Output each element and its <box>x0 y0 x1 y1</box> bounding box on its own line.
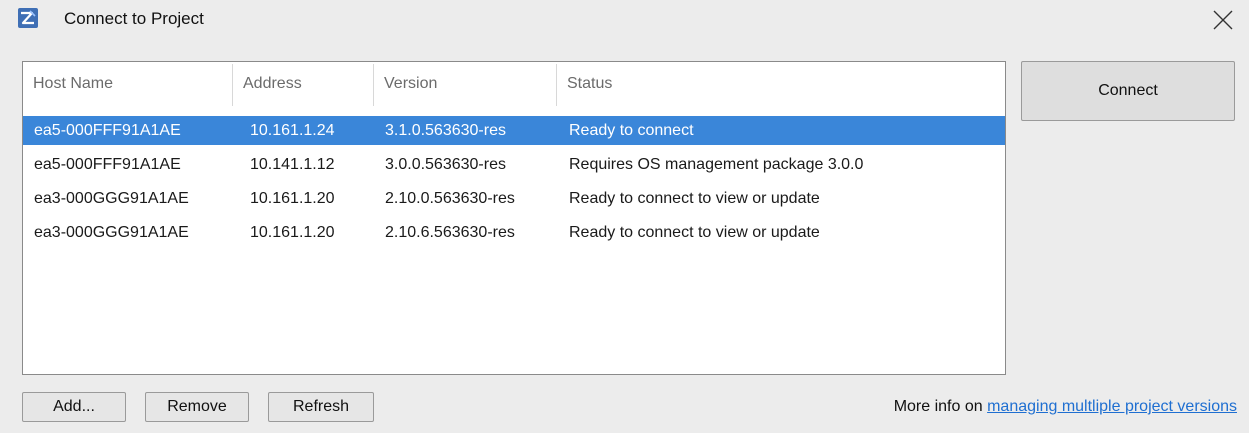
column-header-version[interactable]: Version <box>373 64 556 106</box>
more-info-text: More info on managing multliple project … <box>894 398 1237 416</box>
address-cell: 10.141.1.12 <box>250 156 335 173</box>
table-header: Host Name Address Version Status <box>23 62 1005 109</box>
table-row[interactable]: ea3-000GGG91A1AE 10.161.1.20 2.10.6.5636… <box>23 218 1005 247</box>
column-header-label: Version <box>384 75 438 92</box>
version-cell: 2.10.0.563630-res <box>385 190 515 207</box>
column-header-status[interactable]: Status <box>556 64 1005 106</box>
host-name-cell: ea3-000GGG91A1AE <box>34 190 189 207</box>
status-cell: Requires OS management package 3.0.0 <box>569 156 864 173</box>
column-header-host-name[interactable]: Host Name <box>23 62 232 109</box>
app-logo-icon <box>18 8 38 28</box>
table-row[interactable]: ea3-000GGG91A1AE 10.161.1.20 2.10.0.5636… <box>23 184 1005 213</box>
host-name-cell: ea5-000FFF91A1AE <box>34 122 181 139</box>
version-cell: 3.0.0.563630-res <box>385 156 506 173</box>
version-cell: 3.1.0.563630-res <box>385 122 506 139</box>
address-cell: 10.161.1.20 <box>250 190 335 207</box>
table-row[interactable]: ea5-000FFF91A1AE 10.161.1.24 3.1.0.56363… <box>23 116 1005 145</box>
project-host-table[interactable]: Host Name Address Version Status ea5-000… <box>22 61 1006 375</box>
remove-button[interactable]: Remove <box>145 392 249 422</box>
status-cell: Ready to connect to view or update <box>569 224 820 241</box>
version-cell: 2.10.6.563630-res <box>385 224 515 241</box>
add-button[interactable]: Add... <box>22 392 126 422</box>
close-icon[interactable] <box>1211 8 1235 32</box>
host-name-cell: ea3-000GGG91A1AE <box>34 224 189 241</box>
host-name-cell: ea5-000FFF91A1AE <box>34 156 181 173</box>
column-header-label: Host Name <box>33 75 114 92</box>
address-cell: 10.161.1.20 <box>250 224 335 241</box>
connect-to-project-dialog: Connect to Project Host Name Address Ver… <box>0 0 1249 433</box>
status-cell: Ready to connect to view or update <box>569 190 820 207</box>
status-cell: Ready to connect <box>569 122 694 139</box>
connect-button[interactable]: Connect <box>1021 61 1235 121</box>
refresh-button[interactable]: Refresh <box>268 392 374 422</box>
column-header-label: Address <box>243 75 302 92</box>
column-header-label: Status <box>567 75 613 92</box>
table-row[interactable]: ea5-000FFF91A1AE 10.141.1.12 3.0.0.56363… <box>23 150 1005 179</box>
column-header-address[interactable]: Address <box>232 64 373 106</box>
managing-versions-link[interactable]: managing multliple project versions <box>987 398 1237 415</box>
address-cell: 10.161.1.24 <box>250 122 335 139</box>
window-title: Connect to Project <box>64 9 204 28</box>
title-bar: Connect to Project <box>0 0 1249 44</box>
more-info-prefix: More info on <box>893 398 988 415</box>
